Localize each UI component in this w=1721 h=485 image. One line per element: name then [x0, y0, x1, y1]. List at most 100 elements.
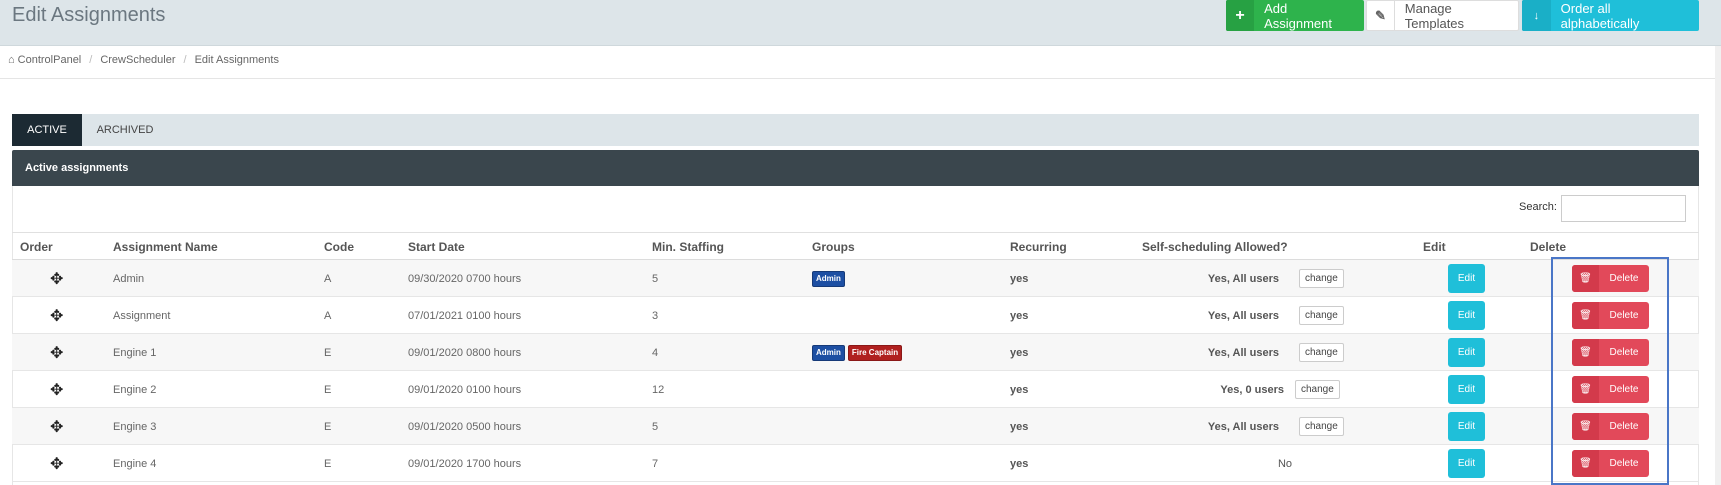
move-icon: ✥	[50, 455, 64, 473]
column-header-min-staffing[interactable]: Min. Staffing	[652, 240, 724, 254]
assignment-code: A	[324, 272, 332, 285]
search-input[interactable]	[1561, 195, 1686, 222]
change-button[interactable]: change	[1299, 417, 1344, 436]
delete-button[interactable]: 🗑 Delete	[1572, 413, 1649, 440]
edit-button[interactable]: Edit	[1448, 375, 1485, 404]
min-staffing: 5	[652, 420, 659, 433]
recurring-value: yes	[1010, 383, 1029, 396]
table-row: ✥ Engine 4 E 09/01/2020 1700 hours 7 yes No Edi…	[12, 445, 1699, 482]
add-assignment-label: Add Assignment	[1264, 0, 1332, 31]
trash-icon: 🗑	[1572, 265, 1599, 292]
delete-button[interactable]: 🗑 Delete	[1572, 265, 1649, 292]
delete-cell: 🗑 Delete	[1572, 297, 1649, 334]
page-title: Edit Assignments	[12, 4, 166, 26]
delete-label: Delete	[1609, 273, 1639, 284]
column-header-code[interactable]: Code	[324, 240, 354, 254]
breadcrumb-separator: /	[183, 54, 187, 66]
column-header-name[interactable]: Assignment Name	[113, 240, 218, 254]
tab-archived[interactable]: ARCHIVED	[82, 114, 168, 146]
move-icon: ✥	[50, 418, 64, 436]
groups-cell: Admin	[812, 260, 848, 297]
delete-cell: 🗑 Delete	[1572, 408, 1649, 445]
delete-button[interactable]: 🗑 Delete	[1572, 376, 1649, 403]
self-scheduling-value: Yes, All users	[1207, 420, 1279, 433]
breadcrumb-controlpanel[interactable]: ControlPanel	[18, 54, 82, 66]
table-top-border	[12, 232, 1699, 233]
change-button[interactable]: change	[1295, 380, 1340, 399]
assignment-name: Engine 1	[113, 346, 157, 359]
trash-icon: 🗑	[1572, 376, 1599, 403]
start-date: 09/01/2020 0100 hours	[408, 383, 522, 396]
assignment-name: Engine 2	[113, 383, 157, 396]
divider	[0, 78, 1721, 79]
change-button[interactable]: change	[1299, 269, 1344, 288]
start-date: 09/01/2020 0800 hours	[408, 346, 522, 359]
edit-cell: Edit	[1448, 260, 1485, 297]
min-staffing: 4	[652, 346, 659, 359]
delete-cell: 🗑 Delete	[1572, 260, 1649, 297]
delete-button[interactable]: 🗑 Delete	[1572, 339, 1649, 366]
self-scheduling-value: No	[1277, 457, 1292, 470]
plus-icon: +	[1226, 0, 1255, 31]
tab-active[interactable]: ACTIVE	[12, 114, 82, 146]
edit-button[interactable]: Edit	[1448, 449, 1485, 478]
drag-handle[interactable]: ✥	[50, 260, 63, 297]
edit-button[interactable]: Edit	[1448, 264, 1485, 293]
home-icon: ⌂	[8, 54, 15, 66]
delete-label: Delete	[1609, 458, 1639, 469]
change-button[interactable]: change	[1299, 343, 1344, 362]
column-header-self-scheduling[interactable]: Self-scheduling Allowed?	[1142, 240, 1288, 254]
start-date: 09/01/2020 0500 hours	[408, 420, 522, 433]
column-header-start-date[interactable]: Start Date	[408, 240, 465, 254]
edit-button[interactable]: Edit	[1448, 412, 1485, 441]
move-icon: ✥	[50, 381, 64, 399]
trash-icon: 🗑	[1572, 450, 1599, 477]
self-scheduling-value: Yes, 0 users	[1220, 383, 1284, 396]
breadcrumb-current: Edit Assignments	[194, 54, 279, 66]
edit-button[interactable]: Edit	[1448, 338, 1485, 367]
groups-cell: Admin Fire Captain	[812, 334, 905, 371]
delete-label: Delete	[1609, 421, 1639, 432]
sort-alpha-icon: ↓	[1522, 0, 1551, 31]
delete-button[interactable]: 🗑 Delete	[1572, 302, 1649, 329]
delete-cell: 🗑 Delete	[1572, 371, 1649, 408]
column-header-recurring[interactable]: Recurring	[1010, 240, 1067, 254]
move-icon: ✥	[50, 307, 64, 325]
order-alphabetically-button[interactable]: ↓ Order all alphabetically	[1522, 0, 1699, 31]
recurring-value: yes	[1010, 457, 1029, 470]
drag-handle[interactable]: ✥	[50, 371, 63, 408]
column-header-groups[interactable]: Groups	[812, 240, 855, 254]
group-badge: Admin	[812, 270, 845, 287]
scrollbar[interactable]	[1715, 46, 1721, 485]
edit-cell: Edit	[1448, 371, 1485, 408]
drag-handle[interactable]: ✥	[50, 334, 63, 371]
drag-handle[interactable]: ✥	[50, 408, 63, 445]
trash-icon: 🗑	[1572, 413, 1599, 440]
group-badge: Fire Captain	[847, 344, 903, 361]
min-staffing: 7	[652, 457, 659, 470]
table-row: ✥ Engine 1 E 09/01/2020 0800 hours 4 Admin Fir…	[12, 334, 1699, 371]
change-button[interactable]: change	[1299, 306, 1344, 325]
breadcrumb: ⌂ ControlPanel / CrewScheduler / Edit As…	[8, 54, 279, 66]
assignment-code: E	[324, 383, 332, 396]
delete-button[interactable]: 🗑 Delete	[1572, 450, 1649, 477]
self-scheduling-value: Yes, All users	[1207, 309, 1279, 322]
recurring-value: yes	[1010, 420, 1029, 433]
edit-button[interactable]: Edit	[1448, 301, 1485, 330]
move-icon: ✥	[50, 270, 64, 288]
table-row: ✥ Admin A 09/30/2020 0700 hours 5 Admin yes Yes…	[12, 260, 1699, 297]
drag-handle[interactable]: ✥	[50, 445, 63, 482]
edit-cell: Edit	[1448, 297, 1485, 334]
drag-handle[interactable]: ✥	[50, 297, 63, 334]
order-alphabetically-label: Order all alphabetically	[1560, 0, 1640, 31]
self-scheduling-value: Yes, All users	[1207, 346, 1279, 359]
add-assignment-button[interactable]: + Add Assignment	[1226, 0, 1364, 31]
column-header-order[interactable]: Order	[20, 240, 53, 254]
edit-cell: Edit	[1448, 408, 1485, 445]
breadcrumb-crewscheduler[interactable]: CrewScheduler	[100, 54, 175, 66]
manage-templates-button[interactable]: ✎ Manage Templates	[1366, 0, 1519, 31]
change-cell: change	[1299, 408, 1344, 445]
edit-cell: Edit	[1448, 334, 1485, 371]
change-cell: change	[1299, 297, 1344, 334]
edit-icon: ✎	[1367, 1, 1395, 30]
